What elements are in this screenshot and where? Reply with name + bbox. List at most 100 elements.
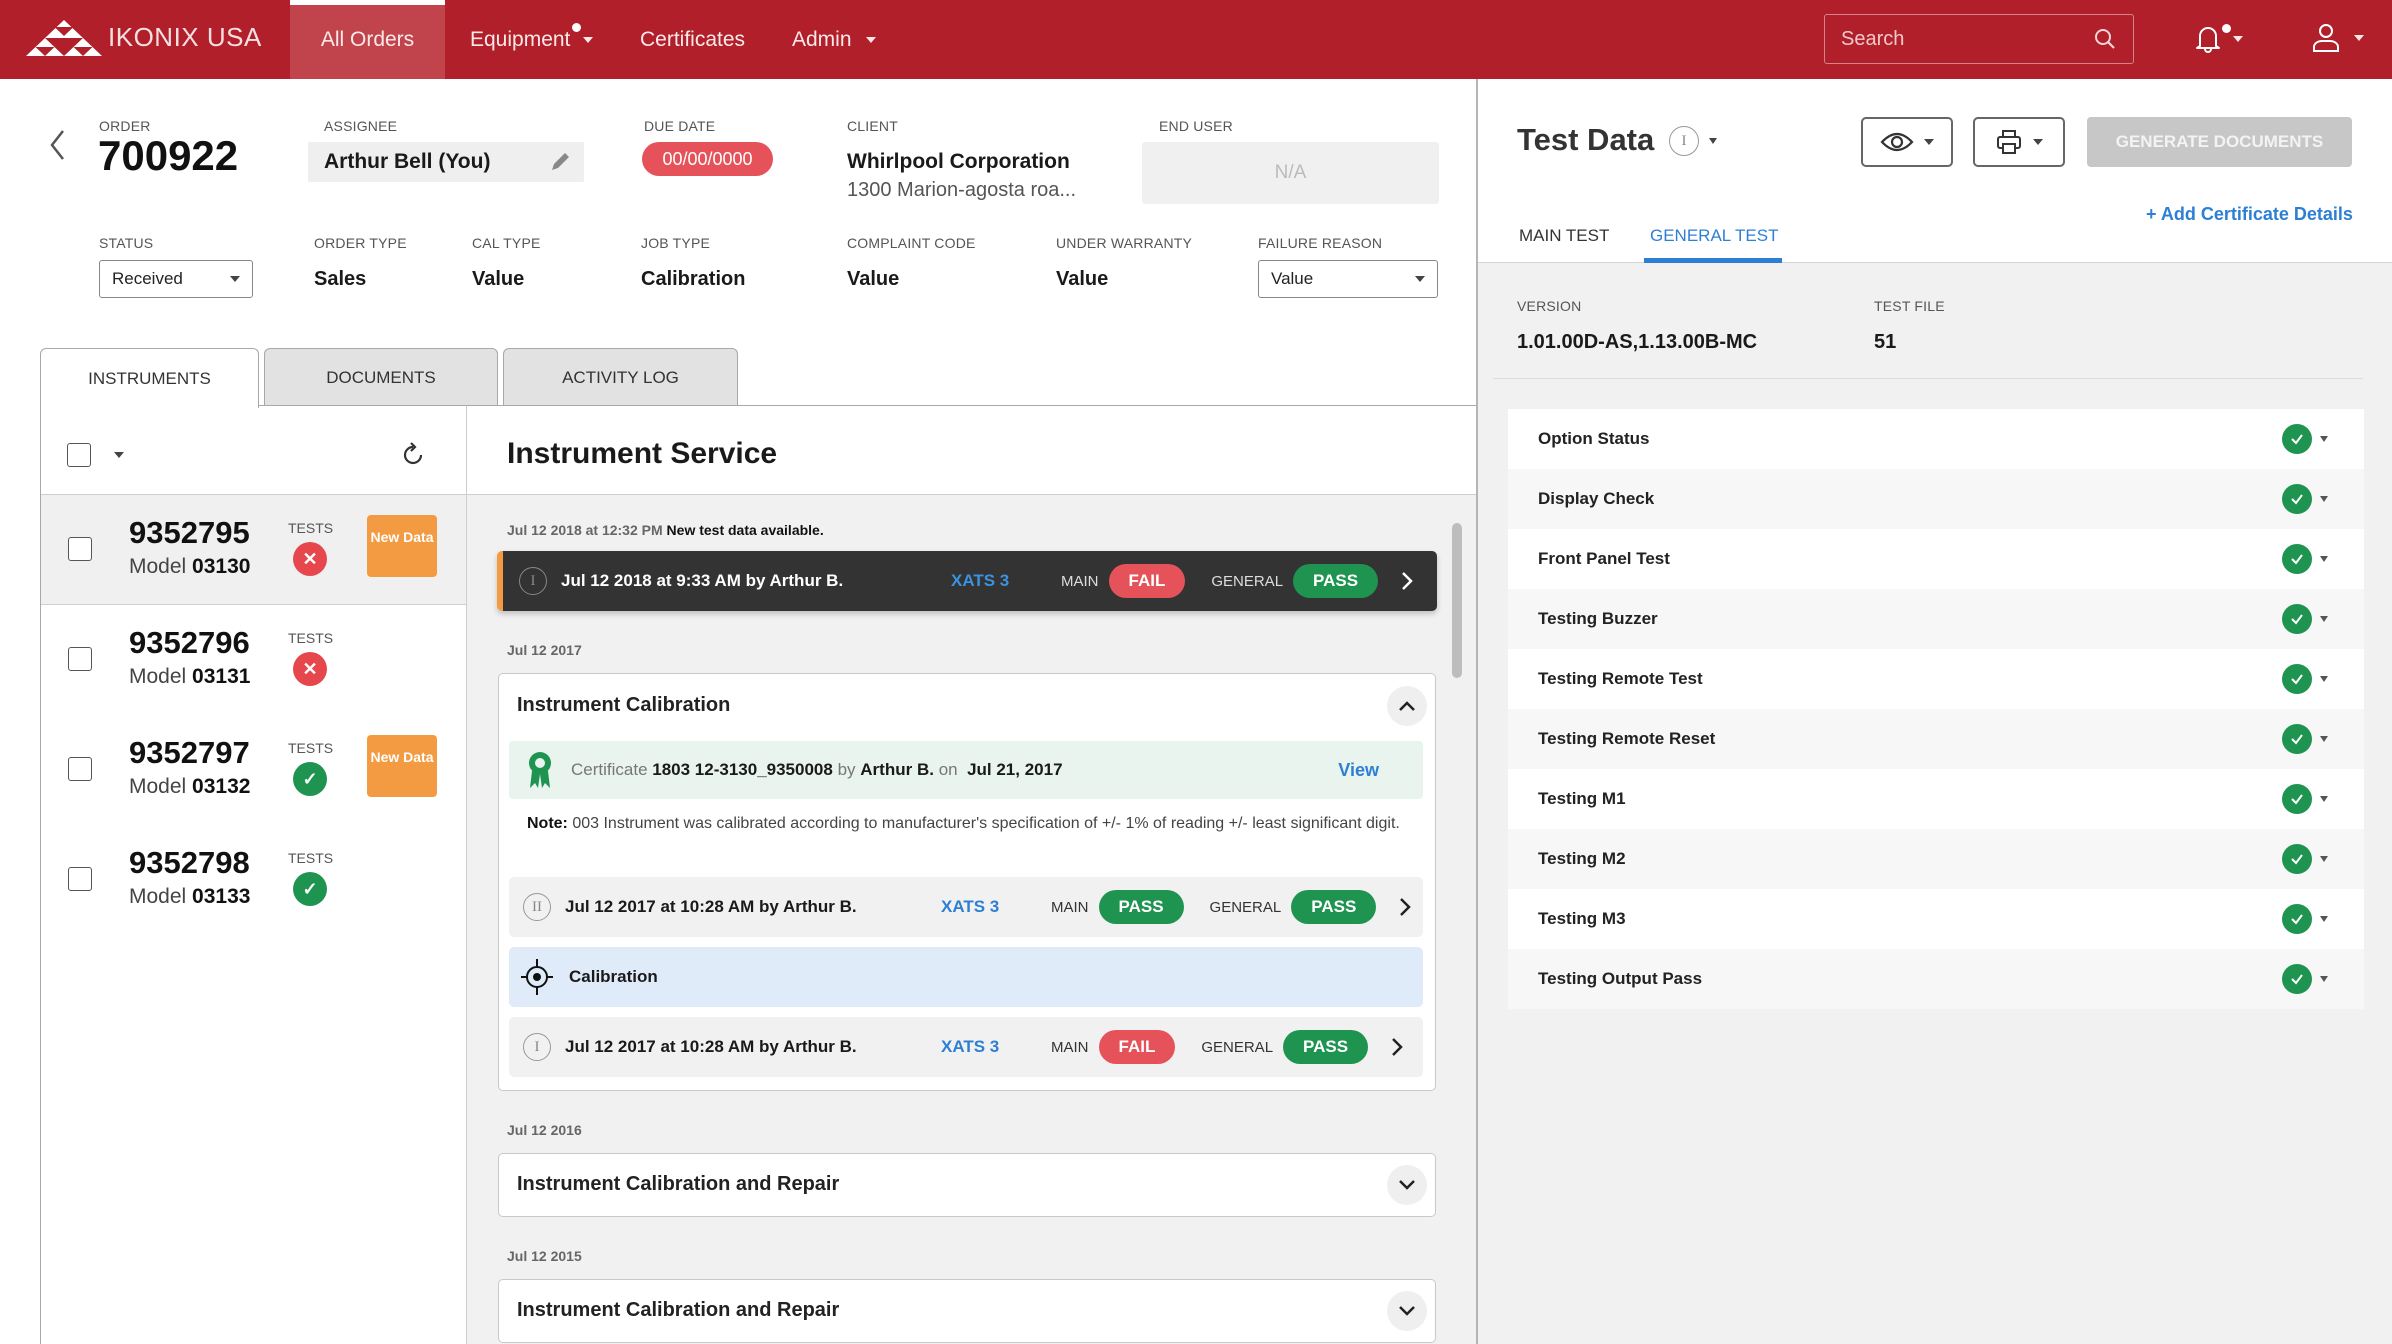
instrument-row[interactable]: 9352797 Model 03132 TESTS ✓ New Data — [41, 715, 466, 825]
timeline-scrollbar[interactable] — [1452, 523, 1462, 678]
status-select[interactable]: Received — [99, 260, 253, 298]
chevron-right-icon[interactable] — [1400, 570, 1414, 592]
view-options-button[interactable] — [1861, 117, 1953, 167]
edit-pencil-icon[interactable] — [548, 150, 572, 174]
back-chevron-icon[interactable] — [48, 128, 68, 162]
tab-activity-log[interactable]: ACTIVITY LOG — [503, 348, 738, 406]
expand-button[interactable] — [1387, 1165, 1427, 1205]
nav-equipment[interactable]: Equipment — [470, 0, 594, 79]
chevron-right-icon[interactable] — [1398, 896, 1412, 918]
test-run-row[interactable]: I Jul 12 2017 at 10:28 AM by Arthur B. X… — [509, 1017, 1423, 1077]
failure-reason-select[interactable]: Value — [1258, 260, 1438, 298]
instrument-checkbox[interactable] — [68, 647, 92, 671]
test-item-row[interactable]: Testing Buzzer — [1508, 589, 2364, 649]
caret-down-icon[interactable] — [2320, 736, 2328, 742]
notice-time: Jul 12 2018 at 12:32 PM — [507, 522, 663, 538]
caret-down-icon[interactable] — [2320, 436, 2328, 442]
caret-down-icon[interactable] — [2320, 556, 2328, 562]
expand-button[interactable] — [1387, 1291, 1427, 1331]
test-info-menu[interactable]: I — [1669, 126, 1717, 156]
print-button[interactable] — [1973, 117, 2065, 167]
instrument-checkbox[interactable] — [68, 757, 92, 781]
tab-documents[interactable]: DOCUMENTS — [264, 348, 498, 406]
tab-main-test[interactable]: MAIN TEST — [1519, 226, 1609, 246]
instrument-number: 9352795 — [129, 515, 250, 550]
run-info: Jul 12 2018 at 9:33 AM by Arthur B. — [561, 571, 844, 590]
service-card-collapsed[interactable]: Instrument Calibration and Repair — [498, 1279, 1436, 1343]
test-item-row[interactable]: Front Panel Test — [1508, 529, 2364, 589]
tab-general-test[interactable]: GENERAL TEST — [1650, 226, 1778, 246]
calibration-step-row[interactable]: Calibration — [509, 947, 1423, 1007]
nav-all-orders[interactable]: All Orders — [290, 0, 445, 79]
refresh-icon[interactable] — [399, 441, 427, 469]
latest-test-run[interactable]: I Jul 12 2018 at 9:33 AM by Arthur B. XA… — [497, 551, 1437, 611]
search-input[interactable] — [1841, 27, 2071, 51]
select-menu-caret-icon[interactable] — [114, 452, 124, 458]
caret-down-icon — [230, 276, 240, 282]
test-item-row[interactable]: Option Status — [1508, 409, 2364, 469]
generate-documents-button[interactable]: GENERATE DOCUMENTS — [2087, 117, 2352, 167]
client-name[interactable]: Whirlpool Corporation — [847, 150, 1070, 174]
new-data-badge[interactable]: New Data — [367, 735, 437, 797]
notification-dot — [2222, 24, 2231, 33]
test-item-label: Display Check — [1538, 489, 1655, 508]
caret-down-icon[interactable] — [2320, 616, 2328, 622]
certificate-author: Arthur B. — [860, 760, 934, 779]
test-item-label: Testing Buzzer — [1538, 609, 1658, 628]
tests-label: TESTS — [288, 850, 334, 866]
nav-certificates[interactable]: Certificates — [640, 0, 745, 79]
chevron-right-icon[interactable] — [1390, 1036, 1404, 1058]
test-item-row[interactable]: Testing Output Pass — [1508, 949, 2364, 1009]
instrument-row[interactable]: 9352798 Model 03133 TESTS ✓ — [41, 825, 466, 935]
test-item-row[interactable]: Display Check — [1508, 469, 2364, 529]
job-type-value: Calibration — [641, 268, 746, 290]
cal-type-label: CAL TYPE — [472, 235, 541, 251]
brand-name[interactable]: IKONIX USA — [108, 22, 262, 53]
model-number: 03130 — [192, 555, 251, 578]
station-link[interactable]: XATS 3 — [941, 1037, 1051, 1057]
test-run-row[interactable]: II Jul 12 2017 at 10:28 AM by Arthur B. … — [509, 877, 1423, 937]
test-item-row[interactable]: Testing M1 — [1508, 769, 2364, 829]
station-link[interactable]: XATS 3 — [951, 571, 1061, 591]
test-item-row[interactable]: Testing M3 — [1508, 889, 2364, 949]
test-item-row[interactable]: Testing Remote Reset — [1508, 709, 2364, 769]
instrument-row[interactable]: 9352795 Model 03130 TESTS ✕ New Data — [41, 495, 466, 605]
user-menu-button[interactable] — [2310, 22, 2364, 54]
service-card-collapsed[interactable]: Instrument Calibration and Repair — [498, 1153, 1436, 1217]
due-date-badge[interactable]: 00/00/0000 — [642, 142, 773, 176]
version-value: 1.01.00D-AS,1.13.00B-MC — [1517, 331, 1758, 353]
caret-down-icon[interactable] — [2320, 676, 2328, 682]
test-item-row[interactable]: Testing M2 — [1508, 829, 2364, 889]
instrument-model: Model 03132 — [129, 775, 250, 799]
caret-down-icon[interactable] — [2320, 916, 2328, 922]
test-file-value: 51 — [1874, 331, 1897, 353]
search-icon[interactable] — [2093, 27, 2117, 51]
ikonix-logo-icon[interactable] — [24, 18, 104, 58]
general-label: GENERAL — [1211, 572, 1284, 590]
main-label: MAIN — [1051, 1038, 1089, 1056]
tab-instruments[interactable]: INSTRUMENTS — [40, 348, 259, 408]
add-certificate-details-link[interactable]: + Add Certificate Details — [2146, 204, 2353, 225]
nav-admin[interactable]: Admin — [792, 0, 876, 79]
collapse-button[interactable] — [1387, 686, 1427, 726]
status-value: Received — [112, 269, 183, 288]
instrument-checkbox[interactable] — [68, 867, 92, 891]
caret-down-icon[interactable] — [2320, 796, 2328, 802]
instrument-checkbox[interactable] — [68, 537, 92, 561]
select-all-checkbox[interactable] — [67, 443, 91, 467]
order-number: 700922 — [98, 132, 239, 179]
caret-down-icon[interactable] — [2320, 496, 2328, 502]
instrument-row[interactable]: 9352796 Model 03131 TESTS ✕ — [41, 605, 466, 715]
view-certificate-link[interactable]: View — [1338, 760, 1379, 781]
test-item-row[interactable]: Testing Remote Test — [1508, 649, 2364, 709]
test-item-label: Testing Output Pass — [1538, 969, 1703, 988]
assignee-field[interactable]: Arthur Bell (You) — [308, 142, 584, 182]
new-data-badge[interactable]: New Data — [367, 515, 437, 577]
caret-down-icon[interactable] — [2320, 976, 2328, 982]
notifications-button[interactable] — [2192, 22, 2243, 54]
instrument-number: 9352798 — [129, 845, 250, 880]
caret-down-icon[interactable] — [2320, 856, 2328, 862]
end-user-field[interactable]: N/A — [1142, 142, 1439, 204]
station-link[interactable]: XATS 3 — [941, 897, 1051, 917]
complaint-code-value: Value — [847, 268, 900, 290]
